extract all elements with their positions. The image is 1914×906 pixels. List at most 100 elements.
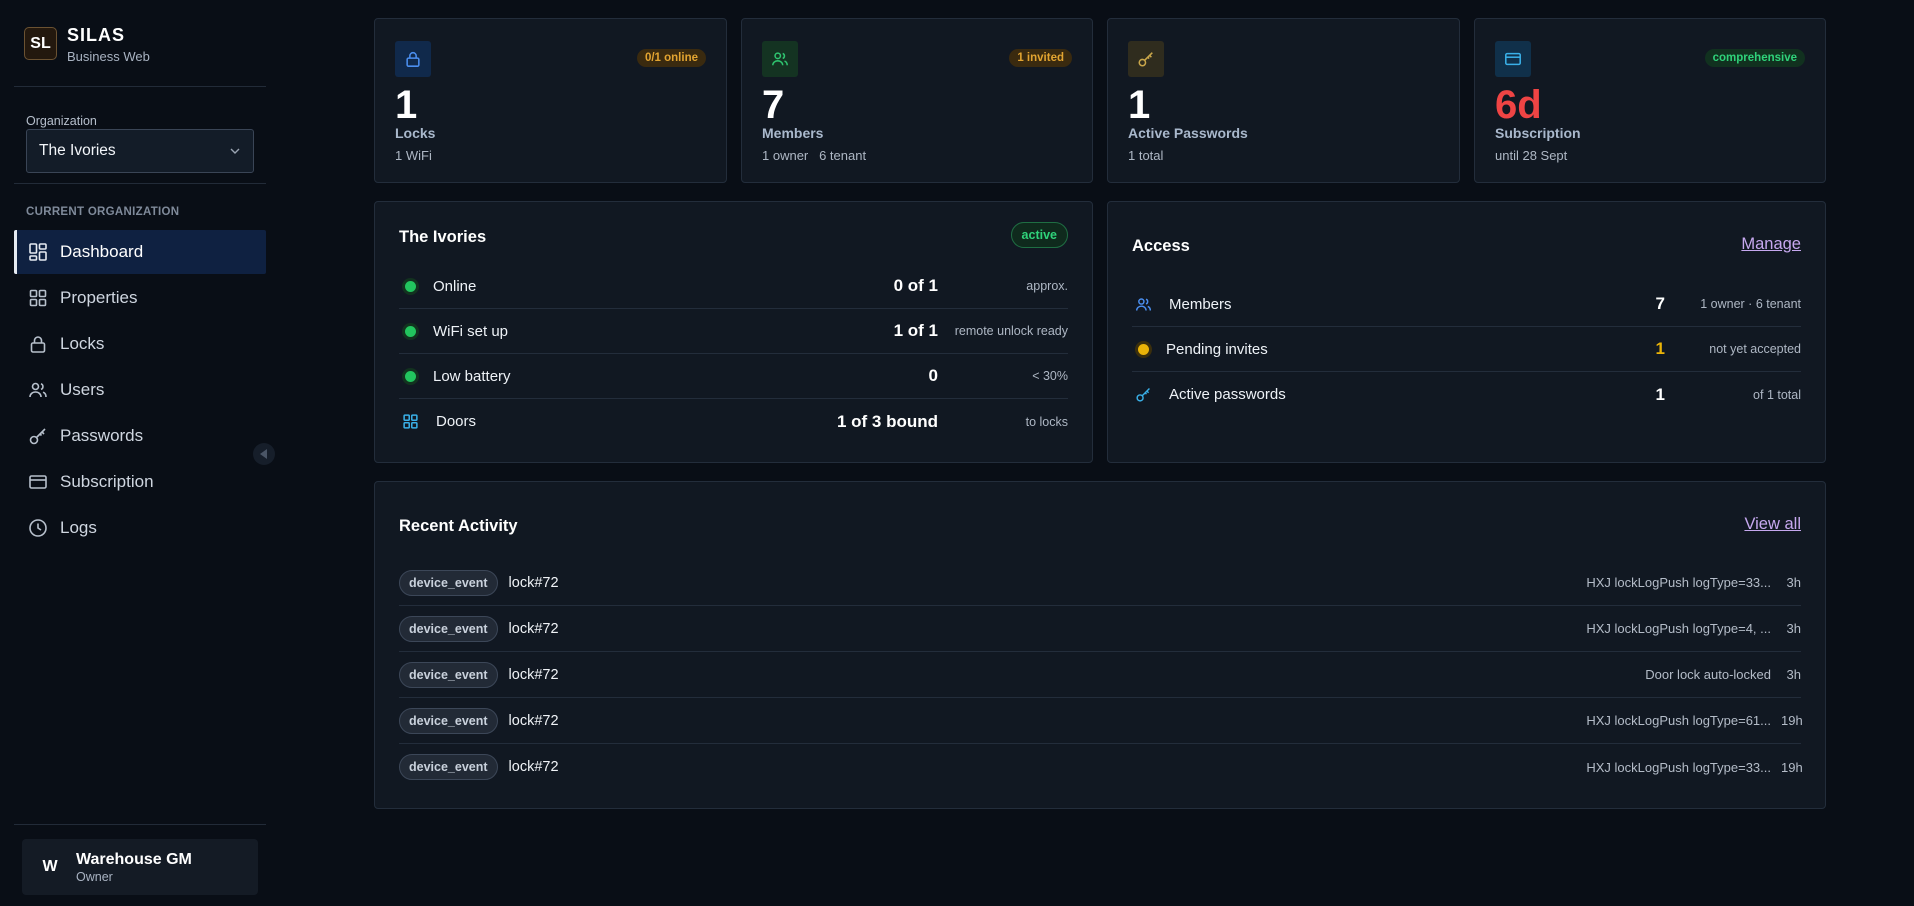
event-time: 3h: [1786, 621, 1801, 636]
sidebar-item-passwords[interactable]: Passwords: [14, 414, 266, 458]
card-icon: [1505, 52, 1521, 66]
brand[interactable]: SL SILAS Business Web: [24, 25, 150, 64]
grid-icon: [403, 414, 418, 429]
sidebar-item-label: Locks: [60, 334, 105, 353]
event-description: HXJ lockLogPush logType=33...: [1586, 575, 1771, 590]
stat-card-passwords[interactable]: 1 Active Passwords 1 total: [1107, 18, 1460, 183]
stat-value: 1: [1128, 83, 1151, 127]
status-badge: comprehensive: [1704, 49, 1805, 67]
stat-label: Members: [762, 125, 824, 141]
event-time: 3h: [1786, 575, 1801, 590]
status-dot-icon: [405, 325, 416, 337]
row-label: Members: [1169, 295, 1232, 313]
users-icon: [772, 52, 788, 66]
event-type-tag: device_event: [399, 754, 498, 780]
stat-icon: [395, 41, 431, 77]
row-label: Active passwords: [1169, 386, 1286, 403]
row-value: 1: [1655, 339, 1665, 358]
event-type-tag: device_event: [399, 615, 498, 642]
user-name: Warehouse GM: [76, 850, 192, 868]
divider: [14, 183, 266, 184]
stat-sub: 1 owner 6 tenant: [762, 148, 867, 163]
card-icon: [29, 475, 47, 489]
user-card[interactable]: W Warehouse GM Owner: [22, 839, 258, 895]
row-value: 1 of 1: [893, 321, 938, 340]
avatar: W: [42, 858, 58, 875]
sidebar-item-label: Properties: [60, 288, 138, 307]
stat-label: Subscription: [1495, 125, 1581, 141]
row-note: approx.: [1026, 279, 1068, 293]
event-time: 19h: [1781, 759, 1803, 775]
view-all-link[interactable]: View all: [1744, 515, 1801, 534]
stat-card-subscription[interactable]: comprehensive 6d Subscription until 28 S…: [1474, 18, 1826, 183]
row-value: 1: [1655, 384, 1665, 404]
event-description: Door lock auto-locked: [1645, 667, 1771, 682]
stat-icon: [762, 41, 798, 77]
brand-logo: SL: [24, 27, 57, 60]
sidebar-item-label: Logs: [60, 518, 97, 537]
panel-title: The Ivories: [399, 228, 487, 246]
status-badge: active: [1010, 222, 1068, 248]
chevron-down-icon: [230, 148, 240, 154]
users-icon: [29, 382, 47, 398]
sidebar-item-dashboard[interactable]: Dashboard: [14, 230, 266, 274]
users-icon: [1135, 297, 1152, 311]
row-label: Low battery: [433, 367, 511, 385]
sidebar-item-label: Subscription: [60, 472, 154, 491]
org-select[interactable]: The Ivories: [26, 129, 254, 173]
row-value: 0: [928, 366, 938, 385]
sidebar-nav: Dashboard Properties Locks Users Passwor…: [14, 230, 266, 552]
table-row[interactable]: device_event lock#72 HXJ lockLogPush log…: [399, 744, 1803, 790]
list-item: Online 0 of 1 approx.: [399, 264, 1068, 309]
stat-sub: 1 WiFi: [395, 148, 432, 163]
sidebar-item-subscription[interactable]: Subscription: [14, 460, 266, 504]
stat-value: 6d: [1495, 83, 1542, 127]
brand-name: SILAS: [67, 25, 126, 45]
event-target: lock#72: [508, 712, 559, 729]
section-label: CURRENT ORGANIZATION: [26, 206, 180, 218]
sidebar-item-logs[interactable]: Logs: [14, 506, 266, 550]
stat-label: Locks: [395, 125, 436, 141]
collapse-sidebar-button[interactable]: [253, 443, 275, 465]
list-item: Members 7 1 owner · 6 tenant: [1132, 282, 1801, 327]
event-target: lock#72: [508, 666, 559, 683]
stat-icon: [1128, 41, 1164, 77]
stat-card-members[interactable]: 1 invited 7 Members 1 owner 6 tenant: [741, 18, 1093, 183]
event-type-tag: device_event: [399, 569, 498, 596]
stat-sub: until 28 Sept: [1495, 148, 1568, 163]
status-badge: 1 invited: [1009, 49, 1072, 67]
event-type-tag: device_event: [399, 661, 498, 688]
grid-icon: [29, 289, 47, 307]
key-icon: [1136, 388, 1150, 402]
sidebar-item-label: Users: [60, 380, 105, 399]
manage-link[interactable]: Manage: [1741, 235, 1801, 254]
lock-icon: [30, 336, 46, 353]
list-item: Pending invites 1 not yet accepted: [1132, 327, 1801, 372]
row-note: to locks: [1025, 414, 1068, 429]
list-item: WiFi set up 1 of 1 remote unlock ready: [399, 309, 1068, 354]
row-note: of 1 total: [1753, 387, 1801, 402]
sidebar-item-label: Passwords: [60, 426, 144, 445]
list-item: Active passwords 1 of 1 total: [1132, 372, 1801, 417]
sidebar-item-label: Dashboard: [60, 242, 144, 261]
event-description: HXJ lockLogPush logType=61...: [1586, 713, 1771, 728]
row-note: remote unlock ready: [954, 324, 1068, 338]
property-panel: The Ivories active Online 0 of 1 approx.…: [374, 201, 1093, 463]
chevron-left-icon: [260, 449, 267, 459]
table-row[interactable]: device_event lock#72 Door lock auto-lock…: [399, 652, 1801, 698]
table-row[interactable]: device_event lock#72 HXJ lockLogPush log…: [399, 560, 1801, 606]
event-target: lock#72: [508, 759, 559, 775]
org-select-value: The Ivories: [39, 142, 116, 159]
lock-icon: [406, 52, 420, 67]
sidebar-item-locks[interactable]: Locks: [14, 322, 266, 366]
stat-value: 7: [762, 83, 785, 127]
row-value: 0 of 1: [893, 276, 938, 295]
event-type-tag: device_event: [399, 707, 498, 734]
brand-subtitle: Business Web: [67, 49, 150, 64]
dashboard-icon: [29, 243, 47, 261]
table-row[interactable]: device_event lock#72 HXJ lockLogPush log…: [399, 698, 1803, 744]
sidebar-item-users[interactable]: Users: [14, 368, 266, 412]
table-row[interactable]: device_event lock#72 HXJ lockLogPush log…: [399, 606, 1801, 652]
stat-card-locks[interactable]: 0/1 online 1 Locks 1 WiFi: [374, 18, 727, 183]
sidebar-item-properties[interactable]: Properties: [14, 276, 266, 320]
